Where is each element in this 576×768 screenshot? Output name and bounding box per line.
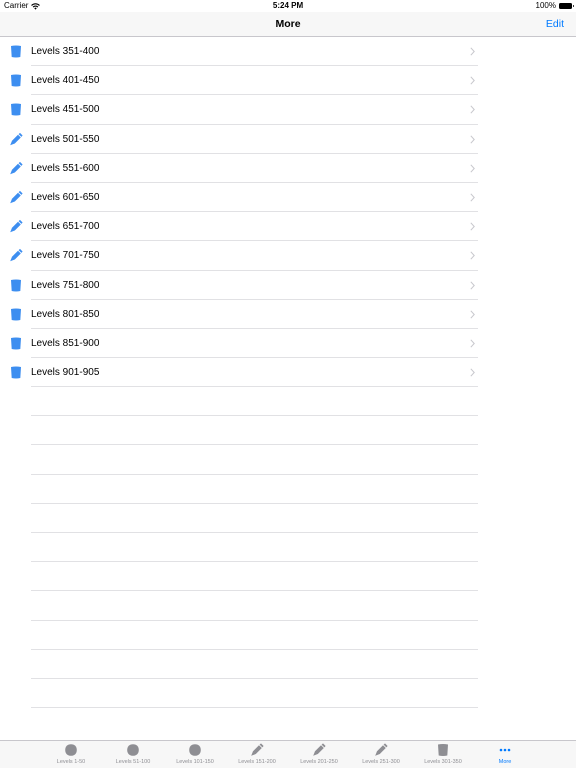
pencil-icon: [10, 249, 23, 262]
cup-icon: [11, 103, 21, 116]
list-item[interactable]: Levels 751-800: [0, 271, 478, 300]
list-item-label: Levels 651-700: [31, 221, 100, 233]
chevron-right-icon: [470, 310, 475, 319]
list-item-label: Levels 351-400: [31, 46, 100, 57]
list-item-label: Levels 601-650: [31, 191, 100, 203]
list-item-label: Levels 401-450: [31, 75, 100, 87]
chevron-right-icon: [470, 368, 475, 377]
empty-row-separator: [31, 504, 478, 533]
chevron-right-icon: [470, 339, 475, 348]
chevron-right-icon: [470, 47, 475, 56]
chevron-right-icon: [470, 135, 475, 144]
list-item[interactable]: Levels 551-600: [0, 154, 478, 184]
chevron-right-icon: [470, 164, 475, 173]
battery-percent: 100%: [535, 1, 556, 10]
list-item[interactable]: Levels 401-450: [0, 66, 478, 96]
empty-row-separator: [31, 445, 478, 475]
pencil-icon: [251, 743, 264, 756]
cup-icon: [11, 45, 21, 58]
empty-row-separator: [31, 679, 478, 709]
chevron-right-icon: [470, 251, 475, 260]
battery-icon: [559, 3, 574, 9]
cup-icon: [11, 337, 21, 350]
tab-bar: Levels 1-50 Levels 51-100 Levels 101-150 Le…: [0, 740, 576, 768]
list-item[interactable]: Levels 801-850: [0, 300, 478, 330]
circle-icon: [65, 744, 77, 756]
empty-row-separator: [31, 475, 478, 504]
list-item-label: Levels 451-500: [31, 104, 100, 116]
cup-icon: [11, 308, 21, 321]
empty-list-area: [31, 387, 478, 709]
pencil-icon: [10, 190, 23, 204]
pencil-icon: [10, 161, 23, 175]
list-item-label: Levels 901-905: [31, 367, 100, 379]
pencil-icon: [10, 132, 23, 145]
chevron-right-icon: [470, 76, 475, 85]
tab-more[interactable]: More: [474, 741, 536, 768]
edit-button[interactable]: Edit: [546, 12, 564, 36]
page-title: More: [275, 18, 301, 30]
empty-row-separator: [31, 621, 478, 650]
circle-icon: [127, 744, 139, 756]
pencil-icon: [313, 743, 326, 756]
list-item[interactable]: Levels 501-550: [0, 125, 478, 154]
list-item-label: Levels 801-850: [31, 308, 100, 320]
cup-icon: [11, 366, 21, 379]
list-item-label: Levels 751-800: [31, 279, 100, 291]
chevron-right-icon: [470, 280, 475, 290]
status-time: 5:24 PM: [272, 1, 304, 10]
empty-row-separator: [31, 416, 478, 446]
chevron-right-icon: [470, 193, 475, 202]
list-item-label: Levels 851-900: [31, 337, 100, 349]
list-item[interactable]: Levels 851-900: [0, 329, 478, 359]
empty-row-separator: [31, 387, 478, 417]
list-item[interactable]: Levels 601-650: [0, 183, 478, 213]
cup-icon: [438, 744, 448, 757]
more-icon: [499, 748, 511, 752]
list-item[interactable]: Levels 701-750: [0, 241, 478, 271]
chevron-right-icon: [470, 222, 475, 231]
navigation-bar: More Edit: [0, 12, 576, 37]
list-item[interactable]: Levels 451-500: [0, 95, 478, 125]
list-item-label: Levels 701-750: [31, 250, 100, 262]
status-right: 100%: [535, 0, 574, 12]
more-list: Levels 351-400 Levels 401-450 Levels 451-5…: [0, 37, 478, 388]
list-item-label: Levels 501-550: [31, 133, 100, 145]
empty-row-separator: [31, 591, 478, 621]
circle-icon: [189, 744, 201, 756]
tab-label: More: [498, 759, 512, 765]
list-item-label: Levels 551-600: [31, 162, 100, 174]
cup-icon: [11, 74, 21, 87]
pencil-icon: [10, 220, 23, 233]
screen: Carrier 5:24 PM 100% More Edit Levels 35…: [0, 0, 576, 768]
cup-icon: [11, 279, 21, 292]
list-item[interactable]: Levels 651-700: [0, 212, 478, 242]
empty-row-separator: [31, 533, 478, 563]
empty-row-separator: [31, 650, 478, 679]
chevron-right-icon: [470, 105, 475, 114]
empty-row-separator: [31, 562, 478, 592]
list-item[interactable]: Levels 351-400: [0, 37, 478, 67]
status-bar: Carrier 5:24 PM 100%: [0, 0, 576, 12]
list-item[interactable]: Levels 901-905: [0, 358, 478, 388]
pencil-icon: [375, 743, 388, 756]
